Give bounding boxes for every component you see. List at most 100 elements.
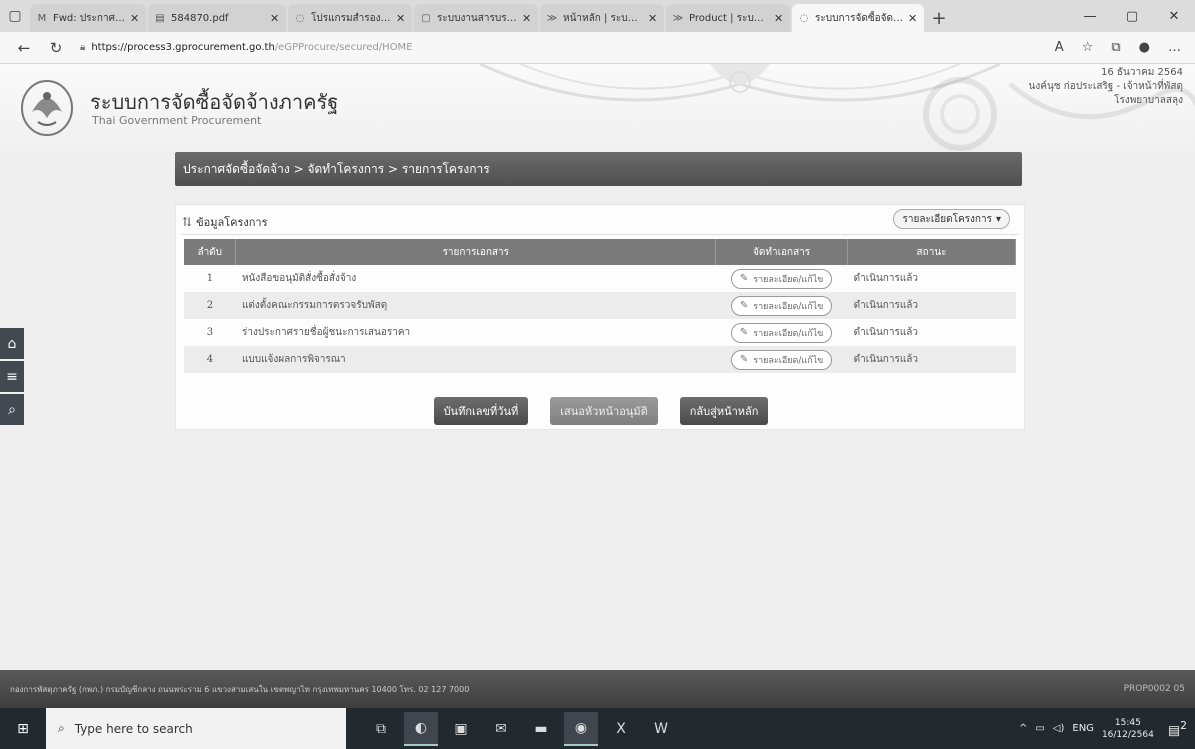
submit-approval-button[interactable]: เสนอหัวหน้าอนุมัติ	[550, 397, 658, 425]
line-chat-icon[interactable]: ◉	[564, 711, 598, 746]
edit-label: รายละเอียด/แก้ไข	[753, 355, 824, 366]
tab-actions-icon[interactable]: ▢	[0, 0, 30, 32]
language-indicator[interactable]: ENG	[1072, 723, 1094, 734]
browser-tab[interactable]: ≫ Product | ระบบแผนเงิน ✕	[666, 4, 790, 32]
browser-tab-active[interactable]: ◌ ระบบการจัดซื้อจัดจ้าง ✕	[792, 4, 924, 32]
store-icon[interactable]: ▣	[444, 712, 478, 746]
minimize-icon[interactable]: —	[1069, 0, 1111, 32]
browser-tab[interactable]: ▤ 584870.pdf ✕	[148, 4, 286, 32]
collections-icon[interactable]: ⧉	[1111, 40, 1120, 55]
close-icon[interactable]: ✕	[522, 12, 532, 25]
site-subtitle: Thai Government Procurement	[92, 114, 262, 127]
search-placeholder: Type here to search	[74, 721, 193, 736]
table-header-row: ลำดับ รายการเอกสาร จัดทำเอกสาร สถานะ	[184, 239, 1016, 265]
browser-tab[interactable]: M Fwd: ประกาศผลผู้ชนะ ✕	[30, 4, 146, 32]
detail-edit-button[interactable]: ✎ รายละเอียด/แก้ไข	[730, 268, 833, 289]
taskbar-clock[interactable]: 15:45 16/12/2564	[1102, 717, 1154, 741]
detail-edit-button[interactable]: ✎ รายละเอียด/แก้ไข	[730, 322, 833, 343]
site-header: ระบบการจัดซื้อจัดจ้างภาครัฐ Thai Governm…	[0, 64, 1195, 152]
browser-tabstrip: ▢ M Fwd: ประกาศผลผู้ชนะ ✕ ▤ 584870.pdf ✕…	[0, 0, 1195, 32]
current-date: 16 ธันวาคม 2564	[1101, 67, 1183, 78]
document-status: ดำเนินการแล้ว	[847, 346, 1016, 373]
detail-edit-button[interactable]: ✎ รายละเอียด/แก้ไข	[730, 349, 833, 370]
document-name: แบบแจ้งผลการพิจารณา	[235, 346, 716, 373]
close-icon[interactable]: ✕	[774, 12, 784, 25]
document-status: ดำเนินการแล้ว	[853, 327, 919, 338]
url-field[interactable]: 🔒︎ https://process3.gprocurement.go.th/e…	[80, 42, 1055, 53]
word-icon[interactable]: W	[644, 712, 678, 746]
profile-avatar-icon[interactable]: ●	[1139, 40, 1150, 55]
network-icon[interactable]: ▭	[1035, 723, 1044, 734]
read-aloud-icon[interactable]: A	[1055, 40, 1064, 55]
notification-count: 2	[1180, 718, 1187, 732]
tab-title: 584870.pdf	[171, 12, 229, 24]
table-row: 4 แบบแจ้งผลการพิจารณา ✎ รายละเอียด/แก้ไข …	[184, 346, 1016, 373]
breadcrumb: ประกาศจัดซื้อจัดจ้าง > จัดทำโครงการ > รา…	[175, 152, 1022, 186]
new-tab-button[interactable]: +	[926, 4, 952, 32]
action-buttons: บันทึกเลขที่วันที่ เสนอหัวหน้าอนุมัติ กล…	[176, 397, 1026, 425]
close-icon[interactable]: ✕	[270, 12, 280, 25]
detail-edit-button[interactable]: ✎ รายละเอียด/แก้ไข	[730, 295, 833, 316]
edit-icon: ✎	[739, 273, 749, 284]
edit-icon: ✎	[739, 327, 749, 338]
back-arrow-icon[interactable]: ←	[8, 39, 40, 57]
table-row: 2 แต่งตั้งคณะกรรมการตรวจรับพัสดุ ✎ รายละเ…	[184, 292, 1016, 319]
close-icon[interactable]: ✕	[396, 12, 406, 25]
row-number: 1	[206, 273, 214, 284]
browser-tab[interactable]: ≫ หน้าหลัก | ระบบแผนเงิน ✕	[540, 4, 664, 32]
footer-address: กองการพัสดุภาครัฐ (กพภ.) กรมบัญชีกลาง ถน…	[10, 684, 470, 694]
page-code: PROP0002 05	[1123, 684, 1185, 694]
restore-icon[interactable]: ▢	[1111, 0, 1153, 32]
project-detail-dropdown[interactable]: รายละเอียดโครงการ ▾	[893, 209, 1010, 229]
col-header-status: สถานะ	[847, 239, 1016, 265]
favorites-icon[interactable]: ☆	[1082, 40, 1094, 55]
search-icon: ⌕	[58, 721, 65, 735]
more-menu-icon[interactable]: …	[1168, 40, 1181, 55]
home-icon[interactable]: ⌂	[0, 328, 24, 359]
menu-icon[interactable]: ≡	[0, 361, 24, 392]
breadcrumb-text: ประกาศจัดซื้อจัดจ้าง > จัดทำโครงการ > รา…	[183, 161, 490, 176]
side-toolbar: ⌂ ≡ ⌕	[0, 328, 24, 427]
search-icon[interactable]: ⌕	[0, 394, 24, 425]
tab-title: โปรแกรมสำรองข้อมูล	[311, 12, 391, 24]
mail-icon[interactable]: ✉	[484, 712, 518, 746]
dropdown-label: รายละเอียดโครงการ	[902, 213, 992, 225]
edge-browser-icon[interactable]: ◐	[404, 711, 438, 746]
row-number: 2	[184, 292, 236, 319]
volume-icon[interactable]: ◁)	[1053, 723, 1065, 734]
tab-title: Fwd: ประกาศผลผู้ชนะ	[53, 12, 125, 24]
table-row: 1 หนังสือขอนุมัติสั่งซื้อสั่งจ้าง ✎ รายละ…	[184, 265, 1016, 292]
page-icon: ◌	[295, 12, 305, 24]
project-panel: ⇅ ข้อมูลโครงการ รายละเอียดโครงการ ▾ ลำดั…	[175, 204, 1025, 430]
panel-heading: ข้อมูลโครงการ	[196, 215, 268, 229]
document-name: ร่างประกาศรายชื่อผู้ชนะการเสนอราคา	[241, 327, 411, 338]
excel-icon[interactable]: X	[604, 712, 638, 746]
back-home-button[interactable]: กลับสู่หน้าหลัก	[679, 397, 769, 425]
gmail-icon: M	[37, 12, 47, 24]
page-icon: ◌	[799, 12, 809, 24]
close-icon[interactable]: ✕	[130, 12, 140, 25]
refresh-icon[interactable]: ↻	[40, 39, 72, 57]
browser-tab[interactable]: ▢ ระบบงานสารบรรณ ✕	[414, 4, 538, 32]
url-host: https://process3.gprocurement.go.th	[91, 42, 275, 53]
system-tray: ^ ▭ ◁) ENG 15:45 16/12/2564 ▤2	[1019, 717, 1195, 741]
caret-down-icon: ▾	[995, 213, 1001, 225]
col-header-no: ลำดับ	[184, 239, 237, 265]
close-icon[interactable]: ✕	[908, 12, 918, 25]
save-number-date-button[interactable]: บันทึกเลขที่วันที่	[433, 397, 529, 425]
notification-icon[interactable]: ▤2	[1168, 719, 1187, 738]
task-view-icon[interactable]: ⧉	[364, 712, 398, 746]
close-window-icon[interactable]: ✕	[1153, 0, 1195, 32]
close-icon[interactable]: ✕	[648, 12, 658, 25]
chevron-up-icon[interactable]: ^	[1019, 723, 1027, 734]
sort-icon: ⇅	[182, 214, 193, 229]
tab-title: หน้าหลัก | ระบบแผนเงิน	[563, 12, 643, 24]
taskbar-search-input[interactable]: ⌕ Type here to search	[46, 708, 346, 749]
clock-date: 16/12/2564	[1101, 729, 1154, 740]
windows-taskbar: ⊞ ⌕ Type here to search ⧉ ◐ ▣ ✉ ▬ ◉ X W …	[0, 708, 1195, 749]
windows-start-icon[interactable]: ⊞	[0, 708, 46, 749]
government-logo	[21, 80, 73, 136]
browser-tab[interactable]: ◌ โปรแกรมสำรองข้อมูล ✕	[288, 4, 412, 32]
file-explorer-icon[interactable]: ▬	[524, 712, 558, 746]
url-path: /eGPProcure/secured/HOME	[274, 42, 413, 53]
